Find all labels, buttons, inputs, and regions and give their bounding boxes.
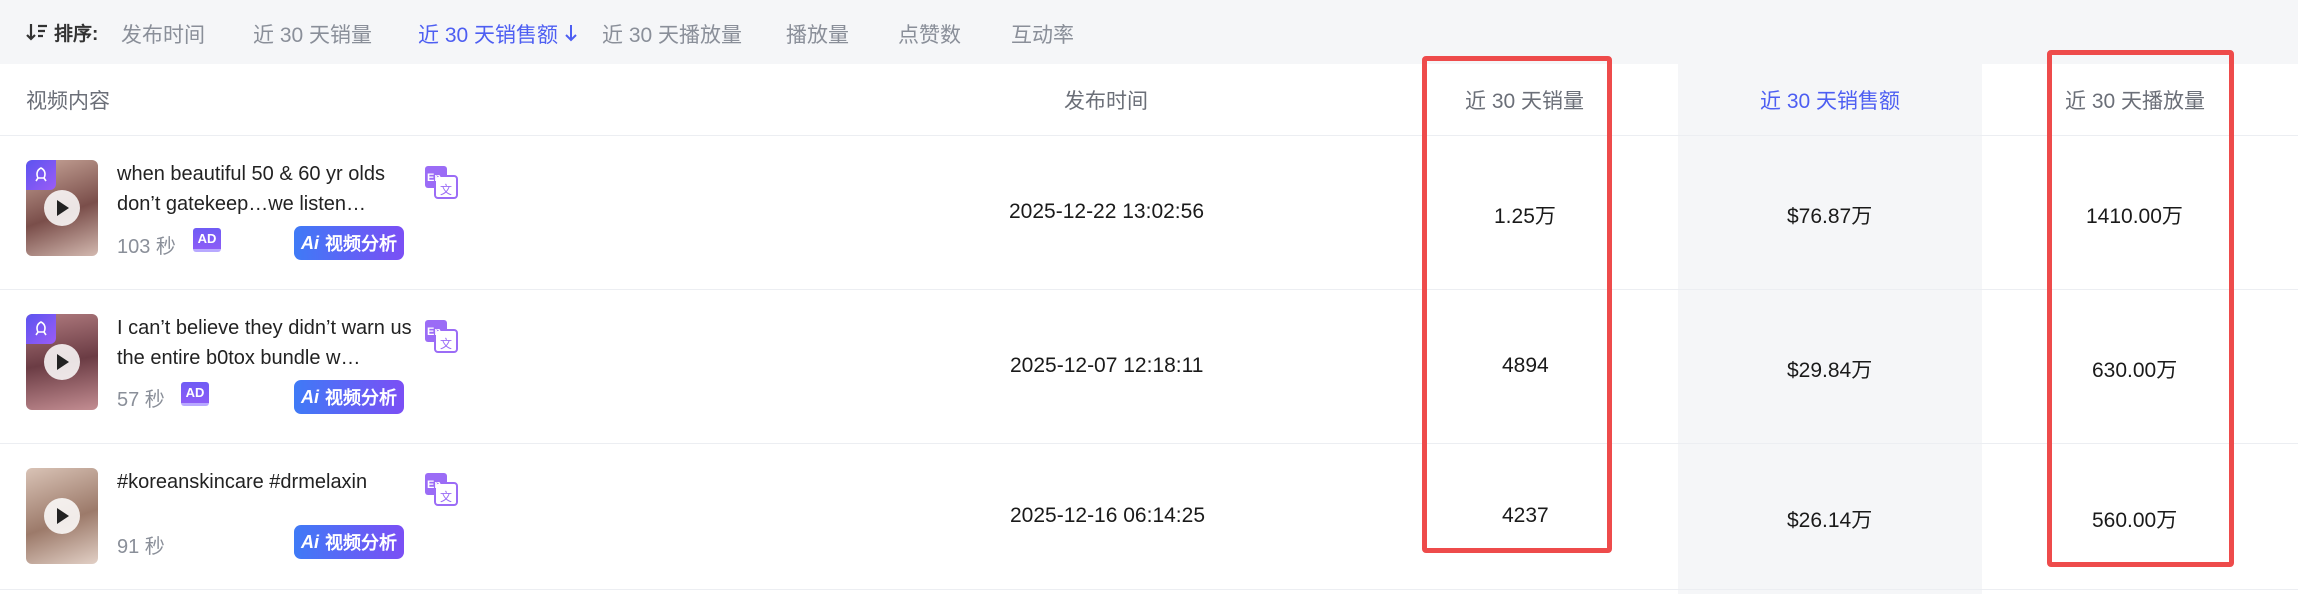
- rocket-icon: [26, 314, 56, 344]
- rocket-icon: [26, 160, 56, 190]
- video-title[interactable]: when beautiful 50 & 60 yr olds don’t gat…: [117, 159, 417, 219]
- play-icon[interactable]: [44, 190, 80, 226]
- sort-icon: [26, 24, 47, 41]
- video-duration: 57 秒: [117, 389, 165, 411]
- video-thumbnail[interactable]: [26, 468, 98, 564]
- publish-time: 2025-12-22 13:02:56: [1009, 200, 1204, 223]
- sort-label: 排序:: [54, 23, 99, 45]
- svg-text:文: 文: [440, 489, 452, 504]
- ad-badge: AD: [181, 382, 209, 406]
- revenue-30d: $76.87万: [1787, 205, 1873, 228]
- arrow-down-icon: [565, 25, 577, 42]
- video-title[interactable]: #koreanskincare #drmelaxin: [117, 467, 417, 497]
- sort-option-likes[interactable]: 点赞数: [898, 19, 961, 49]
- row-divider: [0, 443, 2298, 444]
- sort-option-sales-30d[interactable]: 近 30 天销量: [253, 19, 372, 49]
- svg-text:文: 文: [440, 182, 452, 197]
- highlight-box-sales-30d: [1422, 56, 1612, 553]
- play-icon[interactable]: [44, 498, 80, 534]
- row-divider: [0, 589, 2298, 590]
- revenue-30d: $29.84万: [1787, 359, 1873, 382]
- video-thumbnail[interactable]: [26, 314, 98, 410]
- video-title[interactable]: I can’t believe they didn’t warn us the …: [117, 313, 417, 373]
- video-analysis-label: 视频分析: [325, 388, 397, 408]
- header-publish-time[interactable]: 发布时间: [1064, 64, 1148, 136]
- ad-badge: AD: [193, 228, 221, 252]
- sort-bar: 排序: 发布时间 近 30 天销量 近 30 天销售额 近 30 天播放量 播放…: [0, 0, 2298, 64]
- publish-time: 2025-12-07 12:18:11: [1010, 354, 1204, 377]
- video-analysis-button[interactable]: Ai 视频分析: [294, 226, 404, 260]
- sort-option-revenue-30d[interactable]: 近 30 天销售额: [418, 19, 578, 49]
- sort-label-group: 排序:: [26, 19, 98, 46]
- video-analysis-button[interactable]: Ai 视频分析: [294, 380, 404, 414]
- row-divider: [0, 289, 2298, 290]
- header-video-content: 视频内容: [26, 90, 110, 113]
- revenue-30d: $26.14万: [1787, 509, 1873, 532]
- highlight-box-plays-30d: [2047, 50, 2234, 567]
- translate-icon[interactable]: En 文: [424, 165, 458, 199]
- play-icon[interactable]: [44, 344, 80, 380]
- video-analysis-button[interactable]: Ai 视频分析: [294, 525, 404, 559]
- svg-text:文: 文: [440, 336, 452, 351]
- translate-icon[interactable]: En 文: [424, 472, 458, 506]
- video-analysis-label: 视频分析: [325, 234, 397, 254]
- translate-icon[interactable]: En 文: [424, 319, 458, 353]
- ai-icon: Ai: [301, 531, 319, 552]
- sort-option-engagement[interactable]: 互动率: [1011, 19, 1074, 49]
- ai-icon: Ai: [301, 386, 319, 407]
- sort-option-plays-30d[interactable]: 近 30 天播放量: [602, 19, 742, 49]
- header-revenue-30d[interactable]: 近 30 天销售额: [1760, 64, 1900, 136]
- video-analysis-label: 视频分析: [325, 533, 397, 553]
- video-duration: 103 秒: [117, 236, 176, 258]
- video-thumbnail[interactable]: [26, 160, 98, 256]
- video-duration: 91 秒: [117, 536, 165, 558]
- sort-option-plays[interactable]: 播放量: [786, 19, 849, 49]
- sort-option-revenue-30d-label: 近 30 天销售额: [418, 24, 559, 47]
- sort-option-publish-time[interactable]: 发布时间: [121, 19, 205, 49]
- publish-time: 2025-12-16 06:14:25: [1010, 504, 1205, 527]
- ai-icon: Ai: [301, 232, 319, 253]
- header-divider: [0, 135, 2298, 136]
